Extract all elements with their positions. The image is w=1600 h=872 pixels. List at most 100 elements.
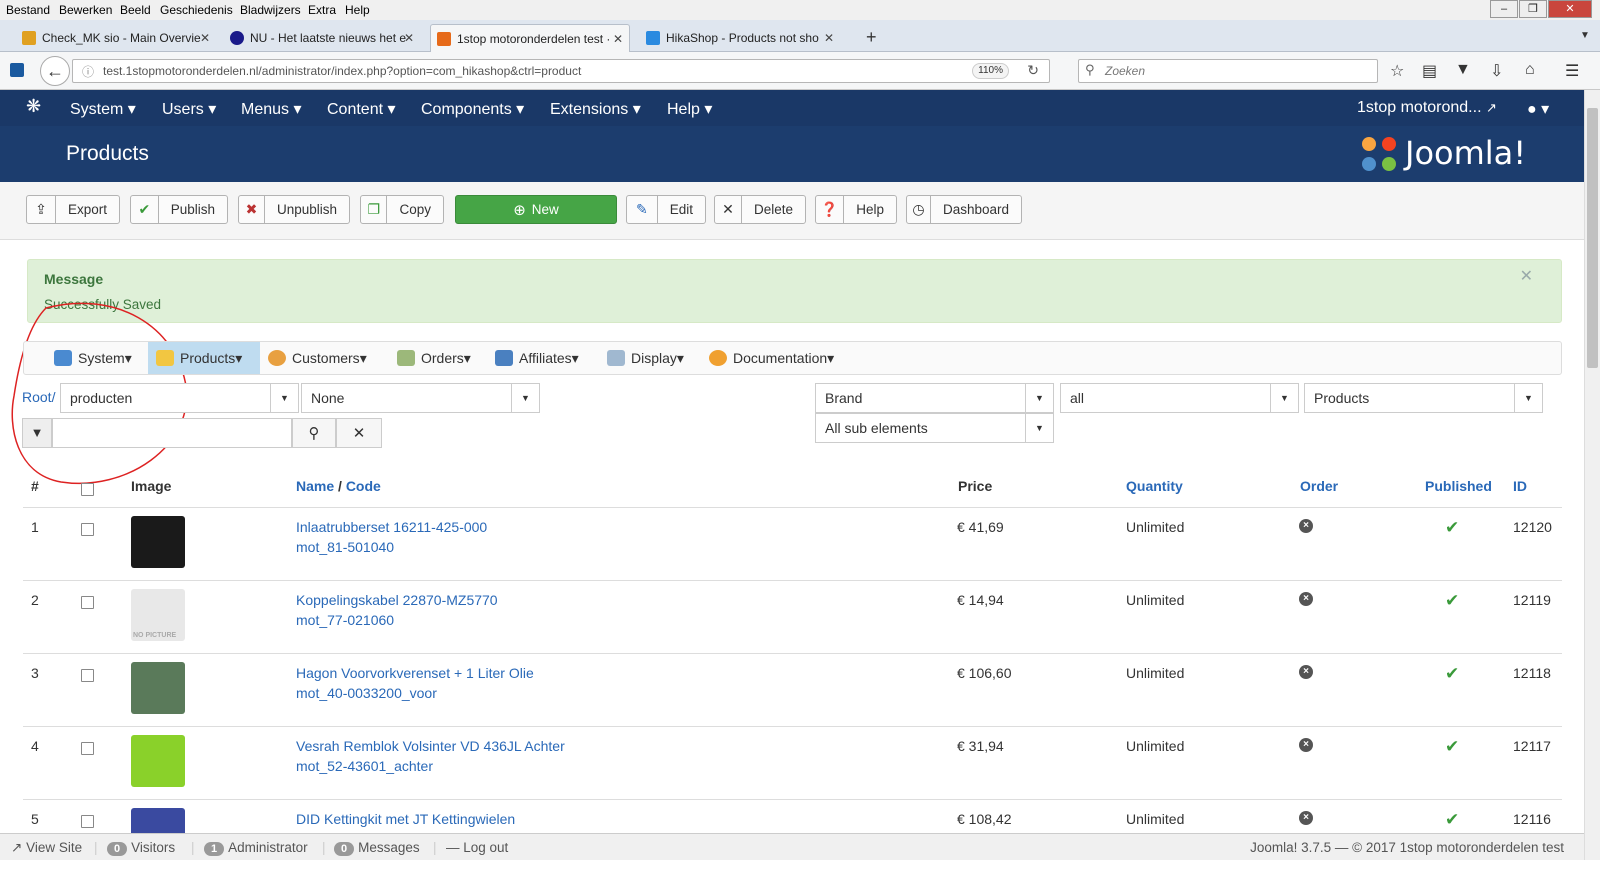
published-check-icon[interactable]: ✔ (1445, 591, 1459, 611)
back-icon[interactable]: ← (40, 56, 70, 86)
url-bar[interactable]: ⓘ test.1stopmotoronderdelen.nl/administr… (72, 59, 1050, 83)
tab-list-icon[interactable]: ▼ (1580, 30, 1590, 41)
products-type-select[interactable]: Products ▼ (1304, 383, 1543, 413)
order-remove-icon[interactable]: × (1299, 665, 1313, 679)
filter-search-input[interactable] (52, 418, 292, 448)
nav-help[interactable]: Help ▾ (667, 99, 712, 119)
menu-beeld[interactable]: Beeld (120, 3, 151, 17)
visitors-badge[interactable]: 0 Visitors (107, 840, 175, 856)
hika-menu-orders[interactable]: Orders ▾ (389, 342, 479, 374)
pocket-icon[interactable]: ▼ (1455, 61, 1471, 79)
col-published[interactable]: Published (1425, 478, 1492, 494)
product-code-link[interactable]: mot_81-501040 (296, 539, 394, 555)
product-name-link[interactable]: Koppelingskabel 22870-MZ5770 (296, 592, 498, 608)
product-thumbnail[interactable] (131, 735, 185, 787)
close-window-icon[interactable]: ✕ (1548, 0, 1592, 18)
row-checkbox[interactable] (81, 742, 94, 755)
menu-bladwijzers[interactable]: Bladwijzers (240, 3, 301, 17)
vertical-scrollbar[interactable] (1584, 90, 1600, 860)
copy-button[interactable]: ❐ Copy (360, 195, 444, 224)
nav-menus[interactable]: Menus ▾ (241, 99, 302, 119)
sort-name-link[interactable]: Name (296, 478, 334, 494)
site-link[interactable]: 1stop motorond... ↗ (1357, 99, 1497, 117)
product-name-link[interactable]: Hagon Voorvorkverenset + 1 Liter Olie (296, 665, 534, 681)
browser-tab[interactable]: Check_MK sio - Main Overvie ✕ (16, 24, 216, 52)
col-id[interactable]: ID (1513, 478, 1527, 494)
menu-bewerken[interactable]: Bewerken (59, 3, 112, 17)
product-thumbnail[interactable] (131, 516, 185, 568)
product-code-link[interactable]: mot_77-021060 (296, 612, 394, 628)
reload-icon[interactable]: ↻ (1027, 62, 1039, 79)
nav-content[interactable]: Content ▾ (327, 99, 396, 119)
hika-menu-documentation[interactable]: Documentation ▾ (701, 342, 842, 374)
messages-badge[interactable]: 0 Messages (334, 840, 420, 856)
col-order[interactable]: Order (1300, 478, 1338, 494)
order-remove-icon[interactable]: × (1299, 519, 1313, 533)
close-tab-icon[interactable]: ✕ (824, 31, 834, 45)
export-button[interactable]: ⇪ Export (26, 195, 120, 224)
product-name-link[interactable]: Inlaatrubberset 16211-425-000 (296, 519, 487, 535)
logout-link[interactable]: — Log out (446, 840, 508, 855)
download-icon[interactable]: ⇩ (1490, 61, 1503, 81)
brand-select[interactable]: Brand ▼ (815, 383, 1054, 413)
col-name-code[interactable]: Name / Code (296, 478, 381, 494)
delete-button[interactable]: ✕ Delete (714, 195, 806, 224)
search-button[interactable]: ⚲ (292, 418, 336, 448)
hamburger-menu-icon[interactable]: ☰ (1565, 61, 1579, 81)
nav-extensions[interactable]: Extensions ▾ (550, 99, 641, 119)
product-name-link[interactable]: Vesrah Remblok Volsinter VD 436JL Achter (296, 738, 565, 754)
hika-menu-display[interactable]: Display ▾ (599, 342, 692, 374)
close-tab-icon[interactable]: ✕ (613, 32, 623, 46)
published-check-icon[interactable]: ✔ (1445, 737, 1459, 757)
row-checkbox[interactable] (81, 815, 94, 828)
view-site-link[interactable]: ↗ View Site (11, 840, 82, 856)
close-message-icon[interactable]: ✕ (1520, 266, 1533, 286)
category-select[interactable]: producten ▼ (60, 383, 299, 413)
dashboard-button[interactable]: ◷ Dashboard (906, 195, 1022, 224)
close-tab-icon[interactable]: ✕ (200, 31, 210, 45)
scrollbar-thumb[interactable] (1587, 108, 1598, 368)
browser-tab[interactable]: HikaShop - Products not sho ✕ (640, 24, 840, 52)
filter-icon[interactable]: ▼ (22, 418, 52, 448)
menu-bestand[interactable]: Bestand (6, 3, 50, 17)
help-button[interactable]: ❓ Help (815, 195, 897, 224)
close-tab-icon[interactable]: ✕ (404, 31, 414, 45)
published-check-icon[interactable]: ✔ (1445, 810, 1459, 830)
bookmark-star-icon[interactable]: ☆ (1390, 61, 1404, 81)
joomla-logo-icon[interactable]: ❋ (26, 96, 41, 117)
hika-menu-affiliates[interactable]: Affiliates ▾ (487, 342, 587, 374)
menu-extra[interactable]: Extra (308, 3, 336, 17)
product-code-link[interactable]: mot_52-43601_achter (296, 758, 433, 774)
reading-list-icon[interactable]: ▤ (1422, 61, 1437, 81)
info-icon[interactable]: ⓘ (82, 63, 94, 80)
hika-menu-products[interactable]: Products ▾ (148, 342, 260, 374)
product-code-link[interactable]: mot_40-0033200_voor (296, 685, 437, 701)
row-checkbox[interactable] (81, 596, 94, 609)
new-tab-icon[interactable]: + (866, 27, 877, 48)
product-thumbnail[interactable] (131, 662, 185, 714)
sub-elements-select[interactable]: All sub elements ▼ (815, 413, 1054, 443)
sort-code-link[interactable]: Code (346, 478, 381, 494)
browser-tab[interactable]: NU - Het laatste nieuws het e ✕ (224, 24, 420, 52)
restore-icon[interactable]: ❐ (1519, 0, 1547, 18)
search-input[interactable]: ⚲ Zoeken (1078, 59, 1378, 83)
select-all-checkbox[interactable] (81, 483, 94, 496)
new-button[interactable]: ⊕ New (455, 195, 617, 224)
order-remove-icon[interactable]: × (1299, 811, 1313, 825)
row-checkbox[interactable] (81, 669, 94, 682)
publish-button[interactable]: ✔ Publish (130, 195, 228, 224)
order-remove-icon[interactable]: × (1299, 592, 1313, 606)
second-filter-select[interactable]: None ▼ (301, 383, 540, 413)
row-checkbox[interactable] (81, 523, 94, 536)
clear-filter-button[interactable]: ✕ (336, 418, 382, 448)
zoom-level[interactable]: 110% (972, 63, 1009, 79)
user-menu-icon[interactable]: ● ▾ (1527, 99, 1549, 119)
published-check-icon[interactable]: ✔ (1445, 664, 1459, 684)
col-quantity[interactable]: Quantity (1126, 478, 1183, 494)
published-check-icon[interactable]: ✔ (1445, 518, 1459, 538)
unpublish-button[interactable]: ✖ Unpublish (238, 195, 350, 224)
menu-help[interactable]: Help (345, 3, 370, 17)
hika-menu-customers[interactable]: Customers ▾ (260, 342, 375, 374)
menu-geschiedenis[interactable]: Geschiedenis (160, 3, 233, 17)
minimize-icon[interactable]: – (1490, 0, 1518, 18)
